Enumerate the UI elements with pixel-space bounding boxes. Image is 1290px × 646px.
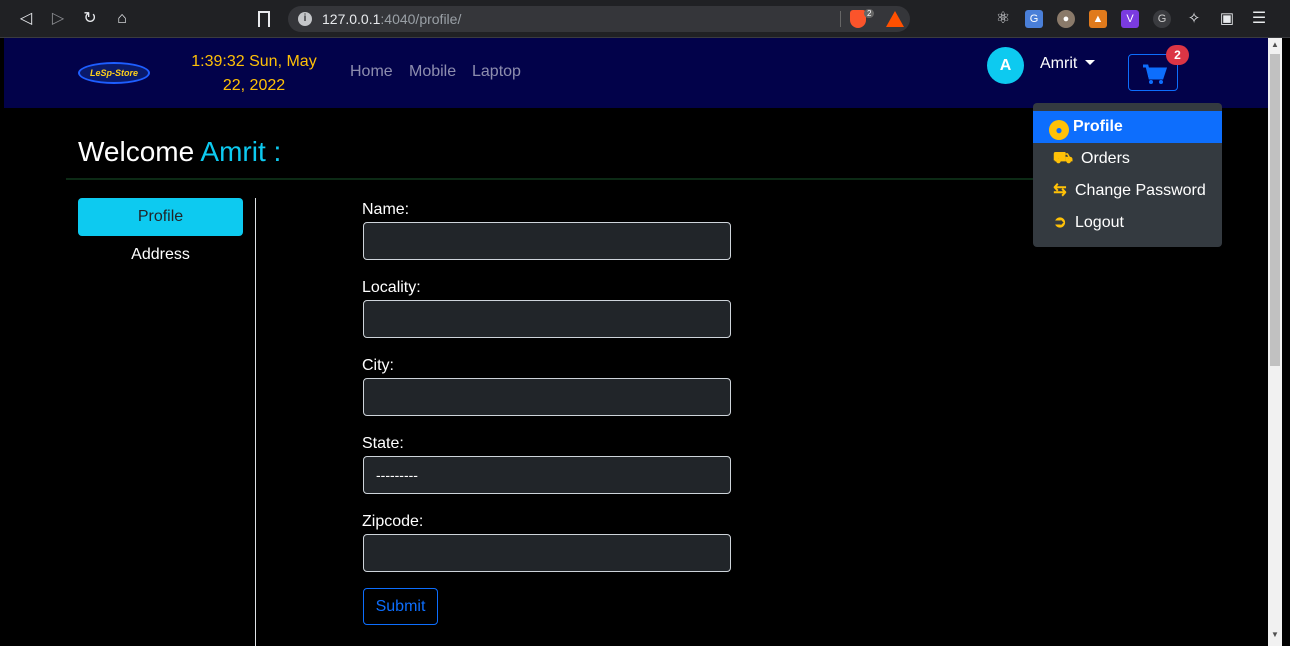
nav-link-home[interactable]: Home <box>350 63 393 81</box>
site-logo[interactable]: LeSp-Store <box>78 62 150 84</box>
wallet-icon[interactable]: ▣ <box>1218 10 1236 28</box>
page-viewport: LeSp-Store 1:39:32 Sun, May 22, 2022 Hom… <box>4 38 1268 646</box>
site-navbar: LeSp-Store 1:39:32 Sun, May 22, 2022 Hom… <box>4 38 1268 108</box>
bookmark-icon[interactable] <box>258 11 270 27</box>
city-field[interactable] <box>363 378 731 416</box>
extension-v-icon[interactable]: V <box>1121 10 1139 28</box>
site-info-icon[interactable]: i <box>298 12 312 26</box>
brave-shield-count: 2 <box>864 9 875 18</box>
react-devtools-icon[interactable]: ⚛ <box>994 10 1012 28</box>
scroll-up-icon[interactable]: ▲ <box>1271 40 1279 49</box>
clock-line-2: 22, 2022 <box>222 77 286 94</box>
reload-icon[interactable]: ↻ <box>80 9 100 29</box>
user-circle-icon: ● <box>1049 120 1069 140</box>
zipcode-field[interactable] <box>363 534 731 572</box>
cart-count-badge: 2 <box>1166 45 1189 65</box>
exchange-arrows-icon: ⇆ <box>1053 182 1067 199</box>
menu-item-change-password[interactable]: ⇆ Change Password <box>1033 175 1222 207</box>
menu-item-logout[interactable]: ➲ Logout <box>1033 207 1222 239</box>
city-label: City: <box>362 357 394 374</box>
home-icon[interactable]: ⌂ <box>112 9 132 29</box>
address-bar[interactable]: i 127.0.0.1:4040/profile/ 2 <box>288 6 910 32</box>
menu-item-orders[interactable]: ⛟ Orders <box>1033 143 1222 175</box>
submit-button[interactable]: Submit <box>363 588 438 625</box>
avatar: A <box>987 47 1024 84</box>
url-host: 127.0.0.1 <box>322 11 381 27</box>
username: Amrit <box>1040 55 1078 72</box>
clock-line-1: 1:39:32 Sun, May <box>191 53 317 70</box>
menu-icon[interactable]: ☰ <box>1250 10 1268 28</box>
sidebar-divider <box>255 198 256 646</box>
menu-item-label: Orders <box>1081 150 1130 167</box>
scroll-down-icon[interactable]: ▼ <box>1271 630 1279 639</box>
tab-address[interactable]: Address <box>78 236 243 274</box>
extensions-puzzle-icon[interactable]: ✧ <box>1185 10 1203 28</box>
nav-link-mobile[interactable]: Mobile <box>409 63 456 81</box>
name-label: Name: <box>362 201 410 218</box>
truck-icon: ⛟ <box>1052 150 1074 167</box>
menu-item-label: Change Password <box>1075 182 1206 199</box>
translate-icon[interactable]: G <box>1025 10 1043 28</box>
menu-item-profile[interactable]: ● Profile <box>1033 111 1222 143</box>
url-text[interactable]: 127.0.0.1:4040/profile/ <box>322 11 461 27</box>
state-label: State: <box>362 435 404 452</box>
back-icon[interactable]: ◁ <box>16 9 36 29</box>
url-path: :4040/profile/ <box>380 11 462 27</box>
user-dropdown-toggle[interactable]: Amrit <box>1040 55 1096 73</box>
welcome-prefix: Welcome <box>78 136 195 167</box>
brave-rewards-icon[interactable] <box>886 11 904 27</box>
menu-item-label: Profile <box>1073 118 1123 135</box>
scroll-thumb[interactable] <box>1270 54 1280 366</box>
locality-label: Locality: <box>362 279 421 296</box>
sign-out-icon: ➲ <box>1053 214 1067 231</box>
browser-toolbar: ◁ ▷ ↻ ⌂ i 127.0.0.1:4040/profile/ 2 ⚛ G … <box>0 0 1290 38</box>
welcome-username: Amrit : <box>200 136 282 167</box>
grammarly-icon[interactable]: G <box>1153 10 1171 28</box>
url-divider <box>840 11 841 27</box>
nav-link-laptop[interactable]: Laptop <box>472 63 521 81</box>
live-clock: 1:39:32 Sun, May 22, 2022 <box>180 50 328 98</box>
tab-profile[interactable]: Profile <box>78 198 243 236</box>
locality-field[interactable] <box>363 300 731 338</box>
extension-owl-icon[interactable]: ● <box>1057 10 1075 28</box>
name-field[interactable] <box>363 222 731 260</box>
page-scrollbar[interactable]: ▲ ▼ <box>1268 38 1282 646</box>
state-select[interactable]: --------- <box>363 456 731 494</box>
forward-icon[interactable]: ▷ <box>48 9 68 29</box>
chevron-down-icon <box>1085 60 1096 65</box>
page-title: Welcome Amrit : <box>78 136 281 168</box>
user-dropdown-menu: ● Profile ⛟ Orders ⇆ Change Password ➲ Logou… <box>1033 103 1222 247</box>
zipcode-label: Zipcode: <box>362 513 424 530</box>
metamask-icon[interactable]: ▲ <box>1089 10 1107 28</box>
menu-item-label: Logout <box>1075 214 1124 231</box>
